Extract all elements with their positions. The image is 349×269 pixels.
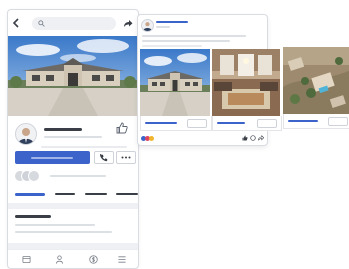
agent-avatar[interactable] [15, 123, 37, 145]
tab-3[interactable] [85, 193, 107, 195]
section-separator [8, 203, 138, 209]
tab-active[interactable] [15, 193, 45, 196]
dollar-icon[interactable] [89, 255, 98, 264]
carousel-caption-3 [283, 114, 349, 129]
post-author-name-line [156, 21, 188, 23]
share-button[interactable] [122, 17, 134, 29]
menu-icon[interactable] [117, 255, 127, 264]
viewer-count-line [50, 175, 106, 177]
reaction-summary[interactable] [141, 136, 157, 142]
thumbs-up-icon [116, 122, 128, 134]
phone-mockup [7, 9, 139, 269]
phone-icon [100, 154, 108, 162]
carousel-photo-interior[interactable] [212, 49, 280, 116]
carousel-photo-exterior[interactable] [140, 49, 210, 116]
carousel-photo-aerial[interactable] [283, 47, 349, 114]
agent-name-line [44, 128, 82, 131]
property-hero-photo[interactable] [8, 36, 138, 116]
ellipsis-icon [121, 156, 131, 159]
share-icon[interactable] [258, 135, 264, 141]
back-button[interactable] [11, 18, 21, 28]
tab-4[interactable] [116, 193, 138, 195]
home-icon[interactable] [22, 255, 31, 264]
search-icon [38, 20, 45, 27]
carousel-cta-button-2[interactable] [257, 119, 277, 128]
carousel-caption-2 [212, 116, 282, 131]
chevron-left-icon [12, 18, 19, 28]
agent-divider [41, 146, 127, 148]
like-icon[interactable] [242, 135, 248, 141]
post-timestamp-line [156, 26, 170, 28]
carousel-cta-button-1[interactable] [187, 119, 207, 128]
carousel-caption-1 [140, 116, 212, 131]
post-author-avatar[interactable] [141, 19, 154, 32]
carousel-cta-button-3[interactable] [328, 117, 348, 126]
description-line-2 [15, 231, 112, 233]
like-button[interactable] [115, 121, 129, 135]
call-button[interactable] [94, 151, 114, 164]
post-text-line-3 [142, 45, 202, 47]
comment-icon[interactable] [250, 135, 256, 141]
share-icon [124, 19, 133, 27]
agent-icon[interactable] [55, 255, 64, 264]
post-text-line-1 [142, 35, 246, 37]
more-options-button[interactable] [116, 151, 136, 164]
contact-agent-button[interactable] [15, 151, 90, 164]
social-post-card [137, 14, 282, 146]
tab-2[interactable] [55, 193, 75, 195]
description-line-1 [15, 224, 95, 226]
agent-subtitle-line [44, 136, 102, 138]
description-heading-line [15, 215, 51, 218]
search-input[interactable] [32, 17, 116, 30]
post-text-line-2 [142, 40, 230, 42]
bottom-tab-bar [8, 249, 138, 268]
viewer-avatars [14, 170, 44, 182]
